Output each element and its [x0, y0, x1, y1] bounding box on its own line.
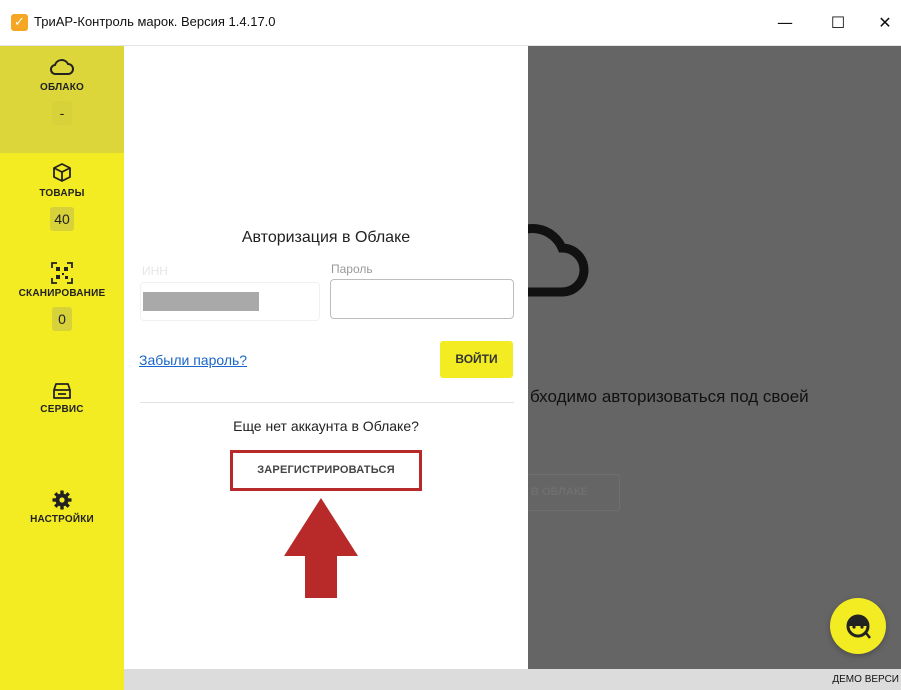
app-logo-icon: ✓	[11, 14, 28, 31]
forgot-password-link[interactable]: Забыли пароль?	[139, 352, 247, 368]
sidebar-item-settings[interactable]: НАСТРОЙКИ	[0, 490, 124, 550]
close-button[interactable]: ✕	[862, 0, 901, 46]
modal-overlay[interactable]: бходимо авторизоваться под своей В ОБЛАК…	[528, 46, 901, 669]
maximize-button[interactable]: ☐	[815, 0, 861, 46]
no-account-text: Еще нет аккаунта в Облаке?	[233, 418, 419, 434]
count-badge: 40	[50, 207, 74, 231]
sidebar-item-cloud[interactable]: ОБЛАКО -	[0, 46, 124, 153]
password-label: Пароль	[331, 262, 373, 276]
cash-register-icon	[53, 383, 71, 399]
sidebar-item-label: ТОВАРЫ	[39, 188, 85, 199]
sidebar: ОБЛАКО - ТОВАРЫ 40 СКАНИРОВАНИЕ 0 СЕРВИС	[0, 46, 124, 690]
arrow-up-icon	[284, 498, 358, 598]
count-badge: 0	[52, 307, 72, 331]
inn-field[interactable]	[140, 282, 320, 321]
sidebar-item-label: СКАНИРОВАНИЕ	[18, 288, 106, 299]
inn-label: ИНН	[142, 264, 168, 278]
status-bar: ДЕМО ВЕРСИ	[124, 669, 901, 690]
background-message: бходимо авторизоваться под своей	[530, 387, 809, 406]
password-field[interactable]	[330, 279, 514, 319]
sidebar-item-label: НАСТРОЙКИ	[30, 514, 94, 525]
window-title: ТриАР-Контроль марок. Версия 1.4.17.0	[34, 14, 276, 29]
register-button[interactable]: ЗАРЕГИСТРИРОВАТЬСЯ	[230, 450, 422, 491]
status-badge: -	[52, 101, 72, 125]
gear-icon	[52, 490, 72, 510]
support-button[interactable]	[830, 598, 886, 654]
login-panel: Авторизация в Облаке ИНН Пароль Забыли п…	[124, 46, 528, 669]
sidebar-item-label: СЕРВИС	[40, 404, 84, 415]
divider	[140, 402, 514, 403]
cloud-icon	[528, 224, 589, 297]
background-login-button: В ОБЛАКЕ	[528, 474, 620, 511]
box-icon	[53, 163, 71, 182]
sidebar-item-label: ОБЛАКО	[39, 82, 85, 93]
redacted-value	[143, 292, 259, 311]
sidebar-item-service[interactable]: СЕРВИС	[0, 382, 124, 442]
sidebar-item-products[interactable]: ТОВАРЫ 40	[0, 156, 124, 256]
qr-code-icon	[51, 262, 73, 284]
panel-title: Авторизация в Облаке	[241, 229, 411, 246]
demo-status: ДЕМО ВЕРСИ	[832, 674, 899, 685]
title-bar: ✓ ТриАР-Контроль марок. Версия 1.4.17.0 …	[0, 0, 901, 46]
login-button[interactable]: ВОЙТИ	[440, 341, 513, 378]
support-chat-icon	[846, 614, 871, 639]
cloud-icon	[49, 59, 74, 75]
minimize-button[interactable]: —	[762, 0, 808, 46]
sidebar-item-scanning[interactable]: СКАНИРОВАНИЕ 0	[0, 260, 124, 360]
